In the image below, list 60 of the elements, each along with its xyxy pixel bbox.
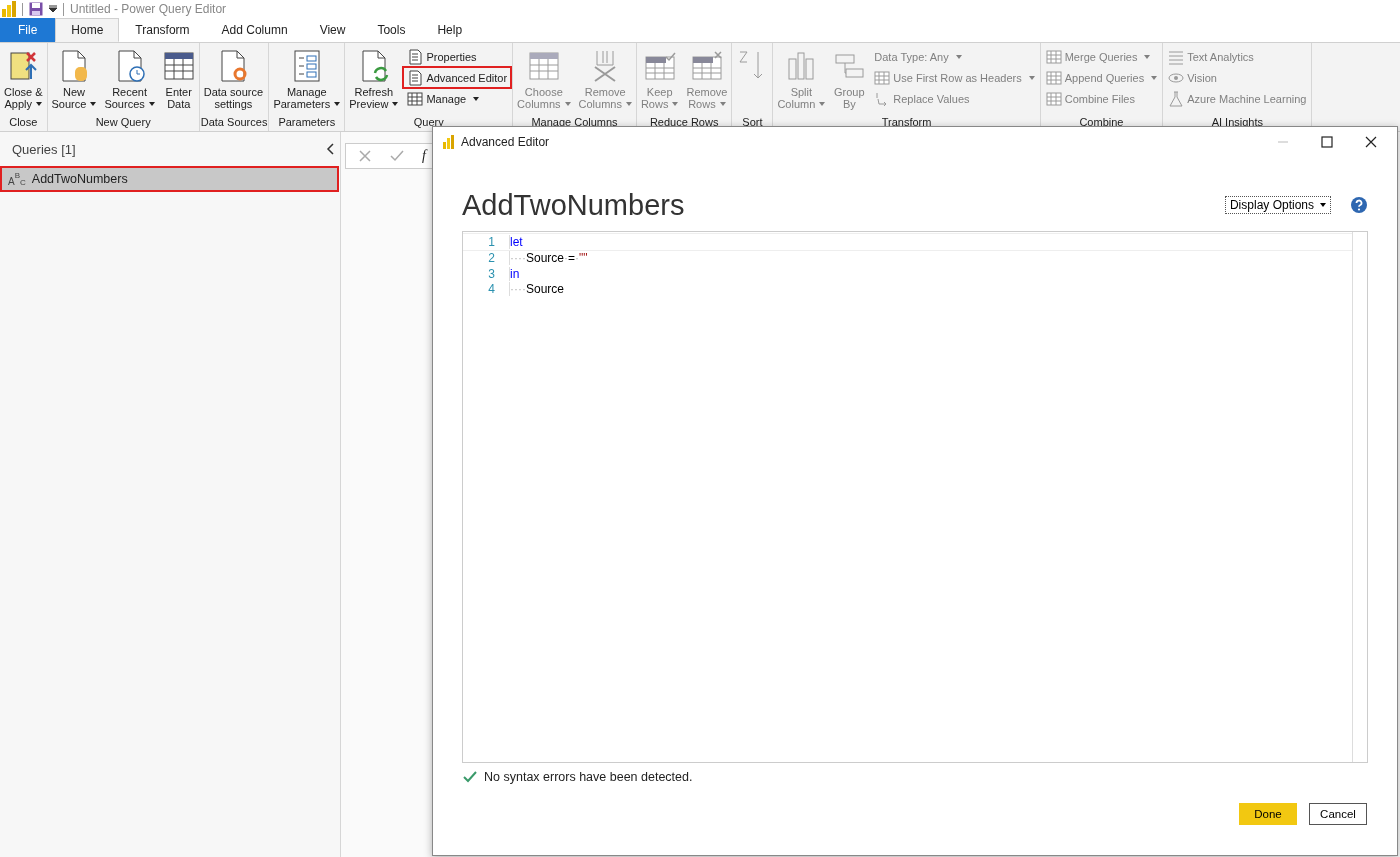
ribbon-button[interactable]: Data source settings: [200, 46, 267, 116]
syntax-status: No syntax errors have been detected.: [484, 770, 693, 784]
ribbon-button[interactable]: Enter Data: [159, 46, 198, 116]
close-icon[interactable]: [1365, 136, 1377, 148]
help-icon[interactable]: [1351, 197, 1367, 213]
lines-icon: [1168, 48, 1185, 65]
ribbon-button[interactable]: Properties: [404, 47, 511, 66]
done-button[interactable]: Done: [1239, 803, 1297, 825]
group-label: New Query: [94, 116, 152, 130]
ribbon-button[interactable]: Manage: [404, 89, 511, 108]
group-label: Sort: [741, 116, 764, 130]
dialog-title: Advanced Editor: [461, 135, 550, 149]
code-line: let: [509, 234, 523, 249]
quick-access-caret-icon[interactable]: [49, 5, 57, 13]
file-menu-tab[interactable]: File: [0, 18, 56, 42]
cancel-button[interactable]: Cancel: [1309, 803, 1367, 825]
ribbon-tab[interactable]: Home: [55, 18, 120, 42]
app-logo-icon: [443, 135, 455, 149]
table-icon: [874, 69, 891, 86]
queries-header: Queries [1]: [12, 141, 76, 157]
ribbon-button[interactable]: Manage Parameters: [270, 46, 344, 116]
table-x-icon: [690, 49, 723, 83]
ribbon-button[interactable]: Advanced Editor: [404, 68, 511, 87]
ribbon-button[interactable]: Recent Sources: [101, 46, 158, 116]
table-icon: [162, 49, 195, 83]
group-label: Reduce Rows: [648, 116, 720, 130]
group-label: Data Sources: [200, 116, 268, 130]
table-icon: [407, 90, 424, 107]
group-label: AI Insights: [1210, 116, 1264, 130]
line-number: 4: [487, 282, 496, 297]
line-number: 2: [487, 251, 496, 266]
formula-label: f: [422, 148, 426, 164]
properties-icon: [407, 48, 424, 65]
group-label: Close: [8, 116, 39, 130]
check-icon[interactable]: [390, 149, 404, 163]
collapse-icon[interactable]: [326, 143, 334, 155]
line-number: 3: [487, 266, 496, 281]
code-line: in: [509, 266, 520, 281]
maximize-icon[interactable]: [1321, 136, 1333, 148]
code-line: ····Source·=·"": [509, 251, 588, 266]
ribbon-button[interactable]: Refresh Preview: [346, 46, 402, 116]
document-icon: [407, 69, 424, 86]
group-label: Manage Columns: [530, 116, 619, 130]
group-label: Combine: [1078, 116, 1125, 130]
group-label: Parameters: [277, 116, 337, 130]
group-label: Transform: [880, 116, 933, 130]
table-icon: [527, 49, 560, 83]
flask-icon: [1168, 90, 1185, 107]
ribbon-button[interactable]: New Source: [48, 46, 100, 116]
display-options-dropdown[interactable]: Display Options: [1224, 196, 1331, 214]
check-icon: [463, 771, 477, 783]
save-icon[interactable]: [29, 2, 43, 16]
ribbon-button[interactable]: Close & Apply: [1, 46, 46, 116]
code-editor[interactable]: 1 let 2 ····Source·=·"" 3 in 4 ····Source: [462, 231, 1368, 763]
window-title: Untitled - Power Query Editor: [70, 2, 227, 16]
code-line: ····Source: [509, 282, 564, 297]
query-name-heading: AddTwoNumbers: [462, 188, 685, 222]
line-number: 1: [487, 234, 496, 249]
group-label: Query: [412, 116, 445, 130]
app-logo-icon: [2, 1, 16, 17]
